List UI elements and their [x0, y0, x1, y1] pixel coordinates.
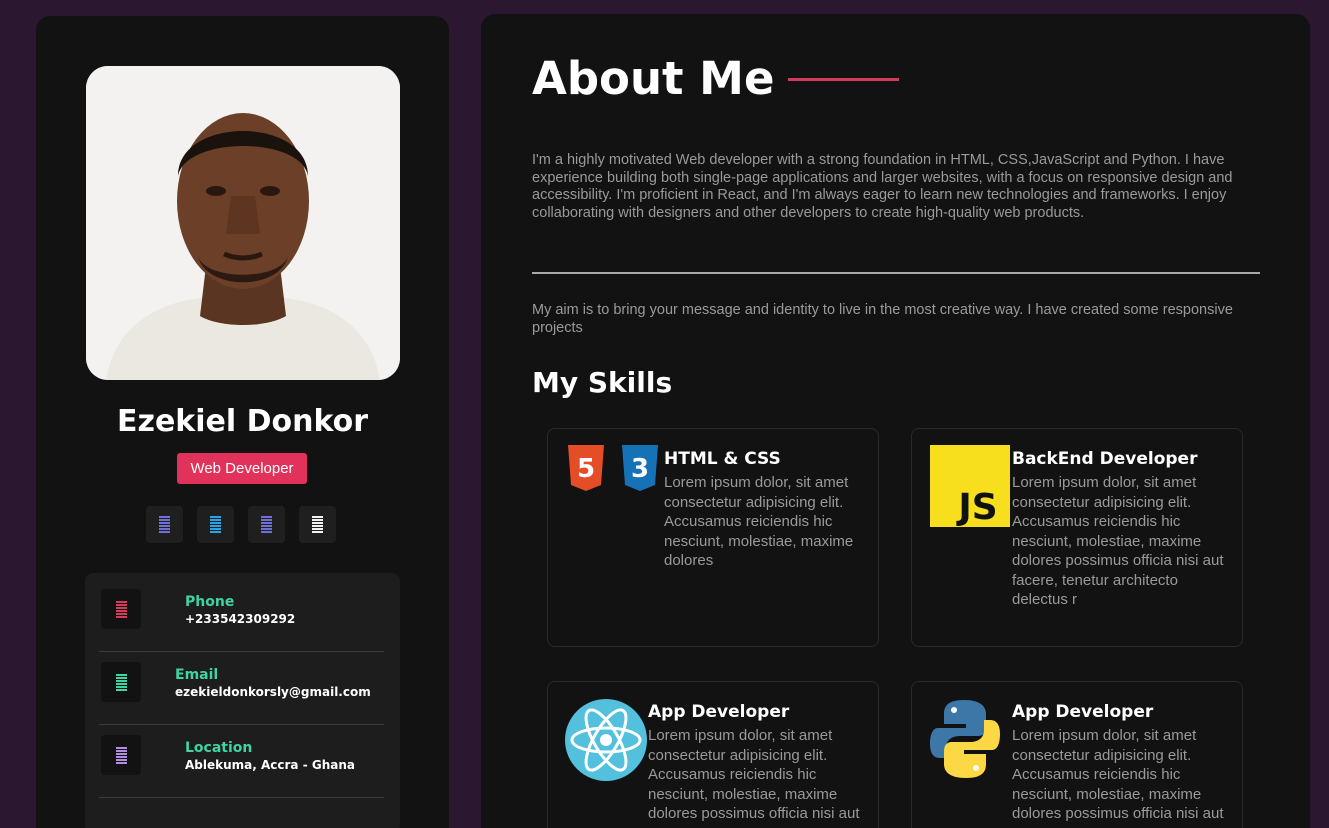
role-badge: Web Developer — [177, 453, 307, 484]
location-icon — [115, 746, 127, 764]
skill-card-text: Lorem ipsum dolor, sit amet consectetur … — [1012, 474, 1224, 608]
js-logo-text: JS — [955, 487, 997, 527]
about-intro: I'm a highly motivated Web developer wit… — [532, 152, 1233, 221]
discord-link[interactable] — [248, 506, 285, 543]
contact-icon-box — [101, 589, 141, 629]
about-title: About Me — [532, 52, 775, 105]
contact-row-location: Location Ablekuma, Accra - Ghana — [99, 725, 384, 798]
about-aim: My aim is to bring your message and iden… — [532, 302, 1233, 336]
location-value: Ablekuma, Accra - Ghana — [185, 758, 355, 772]
skill-card-title: BackEnd Developer — [1012, 449, 1198, 469]
skills-title: My Skills — [532, 366, 673, 399]
skill-card-text: Lorem ipsum dolor, sit amet consectetur … — [664, 474, 854, 569]
javascript-icon: JS — [930, 445, 1010, 527]
skill-card-title: App Developer — [648, 702, 790, 722]
skill-card-title: HTML & CSS — [664, 449, 781, 469]
skill-card-text: Lorem ipsum dolor, sit amet consectetur … — [648, 727, 860, 822]
python-icon — [930, 700, 1000, 778]
title-underline — [788, 78, 899, 81]
email-value[interactable]: ezekieldonkorsly@gmail.com — [175, 685, 371, 699]
phone-icon — [115, 600, 127, 618]
github-link[interactable] — [146, 506, 183, 543]
skill-card-app-python: App Developer Lorem ipsum dolor, sit ame… — [911, 681, 1243, 828]
svg-text:5: 5 — [577, 454, 595, 484]
twitter-link[interactable] — [299, 506, 336, 543]
location-label: Location — [185, 740, 253, 756]
react-icon — [565, 699, 647, 781]
skill-card-backend: JS BackEnd Developer Lorem ipsum dolor, … — [911, 428, 1243, 647]
skill-card-title: App Developer — [1012, 702, 1154, 722]
skill-card-text: Lorem ipsum dolor, sit amet consectetur … — [1012, 727, 1224, 822]
contact-row-email: Email ezekieldonkorsly@gmail.com — [99, 652, 384, 725]
linkedin-icon — [210, 516, 221, 533]
twitter-icon — [312, 516, 323, 533]
email-icon — [115, 673, 127, 691]
email-label: Email — [175, 667, 219, 683]
section-divider — [532, 272, 1260, 274]
github-icon — [159, 516, 170, 533]
about-panel: About Me I'm a highly motivated Web deve… — [481, 14, 1310, 828]
contact-info: Phone +233542309292 Email ezekieldonkors… — [85, 573, 400, 828]
svg-text:3: 3 — [631, 454, 649, 484]
skill-card-html-css: 5 3 HTML & CSS Lorem ipsum dolor, sit am… — [547, 428, 879, 647]
skill-card-app-react: App Developer Lorem ipsum dolor, sit ame… — [547, 681, 879, 828]
profile-sidebar: Ezekiel Donkor Web Developer Phone +2335… — [36, 16, 449, 828]
social-links — [146, 506, 336, 543]
contact-icon-box — [101, 735, 141, 775]
profile-photo — [86, 66, 400, 380]
phone-value[interactable]: +233542309292 — [185, 612, 295, 626]
profile-photo-image — [86, 66, 400, 380]
phone-label: Phone — [185, 594, 235, 610]
html-css-icon: 5 3 — [568, 445, 658, 491]
linkedin-link[interactable] — [197, 506, 234, 543]
contact-icon-box — [101, 662, 141, 702]
contact-row-phone: Phone +233542309292 — [99, 579, 384, 652]
profile-name: Ezekiel Donkor — [116, 404, 369, 439]
discord-icon — [261, 516, 272, 533]
